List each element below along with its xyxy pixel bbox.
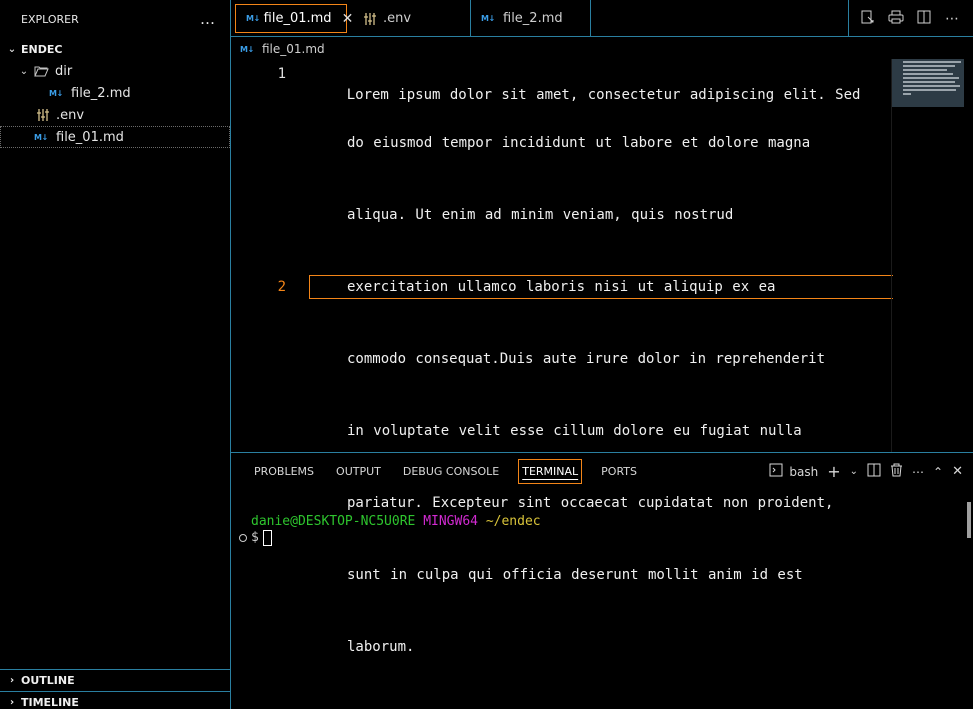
outline-label: OUTLINE <box>21 674 75 687</box>
maximize-panel-icon[interactable]: ⌃ <box>933 465 943 479</box>
file-label: file_01.md <box>56 129 124 145</box>
breadcrumb-file[interactable]: file_01.md <box>262 42 325 56</box>
chevron-down-icon: ⌄ <box>7 43 17 55</box>
timeline-label: TIMELINE <box>21 696 79 709</box>
terminal-input-line[interactable]: $ <box>239 530 541 546</box>
code-wrap: commodo consequat.Duis aute irure dolor … <box>347 351 826 367</box>
current-line-highlight[interactable] <box>309 275 893 299</box>
file-label: file_2.md <box>71 85 131 101</box>
code-wrap: in voluptate velit esse cillum dolore eu… <box>347 423 802 439</box>
code-wrap: do eiusmod tempor incididunt ut labore e… <box>347 135 811 151</box>
terminal-output[interactable]: danie@DESKTOP-NC5U0RE MINGW64 ~/endec $ <box>239 514 541 546</box>
more-actions-icon[interactable]: ⋯ <box>912 465 924 479</box>
split-editor-icon[interactable] <box>915 10 933 28</box>
more-actions-icon[interactable]: … <box>200 10 216 28</box>
terminal-prompt-line: danie@DESKTOP-NC5U0RE MINGW64 ~/endec <box>239 514 541 530</box>
chevron-right-icon: › <box>9 697 15 708</box>
minimap[interactable] <box>891 59 973 452</box>
minimap-line <box>903 81 955 83</box>
minimap-line <box>903 89 956 91</box>
shell-label: bash <box>789 464 819 479</box>
more-actions-icon[interactable]: ⋯ <box>943 11 961 27</box>
markdown-icon: M↓ <box>246 14 260 23</box>
prompt-host: MINGW64 <box>423 514 478 529</box>
tab-label: file_01.md <box>263 11 332 26</box>
editor-actions: ⋯ <box>848 0 973 37</box>
explorer-header: EXPLORER … <box>0 0 230 38</box>
tree-file-file-01[interactable]: M↓ file_01.md <box>0 126 230 148</box>
minimap-line <box>903 69 947 71</box>
tree-file-env[interactable]: .env <box>0 104 230 126</box>
folder-label: dir <box>55 63 73 79</box>
tree-folder-dir[interactable]: ⌄ dir <box>0 60 230 82</box>
tab-label: .env <box>383 11 412 26</box>
split-terminal-icon[interactable] <box>867 463 881 480</box>
minimap-line <box>903 85 960 87</box>
tree-root-endec[interactable]: ⌄ ENDEC <box>0 38 230 60</box>
chevron-down-icon: ⌄ <box>19 65 29 77</box>
chevron-down-icon[interactable]: ⌄ <box>850 466 858 477</box>
terminal-shell-selector[interactable]: bash <box>769 463 818 480</box>
print-icon[interactable] <box>887 10 905 28</box>
editor-area[interactable]: 1 2 Lorem ipsum dolor sit amet, consecte… <box>231 59 973 655</box>
circle-icon <box>239 534 247 542</box>
markdown-icon: M↓ <box>34 132 48 142</box>
tab-debug-console[interactable]: DEBUG CONSOLE <box>400 460 502 483</box>
tab-file-01[interactable]: M↓ file_01.md ✕ <box>235 4 353 33</box>
terminal-scrollbar[interactable] <box>967 502 971 538</box>
minimap-line <box>903 61 961 63</box>
editor-tab-bar: M↓ file_01.md ✕ .env M↓ file_2.md ⋯ <box>231 0 973 37</box>
root-folder-label: ENDEC <box>21 42 63 56</box>
close-panel-icon[interactable]: ✕ <box>952 464 963 479</box>
tab-label: file_2.md <box>503 11 563 26</box>
env-icon <box>361 12 379 26</box>
folder-open-icon <box>33 65 49 77</box>
prompt-path: ~/endec <box>485 514 541 529</box>
minimap-line <box>903 93 911 95</box>
panel-actions: bash + ⌄ ⋯ ⌃ ✕ <box>769 462 963 481</box>
line-number: 1 <box>277 66 286 82</box>
tab-env[interactable]: .env <box>351 0 471 37</box>
minimap-line <box>903 73 953 75</box>
prompt-user: danie@DESKTOP-NC5U0RE <box>251 514 416 529</box>
line-number: 2 <box>277 279 286 295</box>
minimap-line <box>903 65 955 67</box>
tab-output[interactable]: OUTPUT <box>333 460 384 483</box>
explorer-sidebar: EXPLORER … ⌄ ENDEC ⌄ dir M↓ file_2.md .e… <box>0 0 231 709</box>
minimap-line <box>903 77 959 79</box>
prompt-symbol: $ <box>251 530 259 545</box>
timeline-section[interactable]: › TIMELINE <box>0 691 230 709</box>
tab-problems[interactable]: PROBLEMS <box>251 460 317 483</box>
open-preview-icon[interactable] <box>859 10 877 28</box>
code-text: Lorem ipsum dolor sit amet, consectetur … <box>346 87 861 103</box>
file-label: .env <box>56 107 85 123</box>
explorer-title: EXPLORER <box>21 12 79 26</box>
new-terminal-icon[interactable]: + <box>827 462 840 481</box>
tree-file-file-2[interactable]: M↓ file_2.md <box>0 82 230 104</box>
markdown-icon: M↓ <box>481 14 495 23</box>
chevron-right-icon: › <box>9 675 15 686</box>
terminal-icon <box>769 463 783 480</box>
code-wrap: aliqua. Ut enim ad minim veniam, quis no… <box>347 207 734 223</box>
outline-section[interactable]: › OUTLINE <box>0 669 230 691</box>
bottom-panel: PROBLEMS OUTPUT DEBUG CONSOLE TERMINAL P… <box>231 454 973 709</box>
tab-terminal[interactable]: TERMINAL <box>518 459 583 484</box>
markdown-icon: M↓ <box>240 44 254 54</box>
breadcrumb[interactable]: M↓ file_01.md <box>240 39 325 59</box>
markdown-icon: M↓ <box>49 88 63 98</box>
terminal-cursor <box>262 530 272 546</box>
env-icon <box>34 108 52 122</box>
tab-ports[interactable]: PORTS <box>598 460 640 483</box>
tab-file-2[interactable]: M↓ file_2.md <box>471 0 591 37</box>
trash-icon[interactable] <box>890 463 903 480</box>
